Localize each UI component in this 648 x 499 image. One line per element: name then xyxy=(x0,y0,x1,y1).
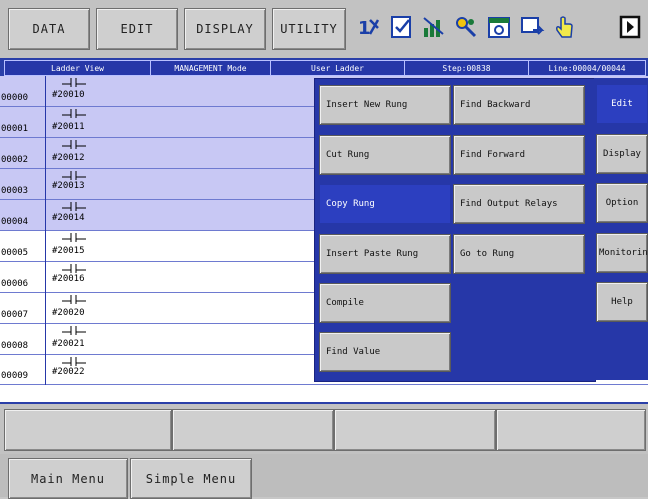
insert-new-rung-button[interactable]: Insert New Rung xyxy=(319,85,451,125)
find-output-relays-button[interactable]: Find Output Relays xyxy=(453,184,585,224)
function-key-4[interactable] xyxy=(496,409,646,451)
rung-label: #20015 xyxy=(52,246,85,256)
rung-number: 00005 xyxy=(0,231,46,262)
rung-label: #20010 xyxy=(52,90,85,100)
header-step: Step:00838 xyxy=(405,61,529,75)
rung-number: 00002 xyxy=(0,138,46,169)
contact-icon xyxy=(62,202,86,211)
cut-rung-button[interactable]: Cut Rung xyxy=(319,135,451,175)
edit-popup-menu: Insert New Rung Cut Rung Copy Rung Inser… xyxy=(314,78,596,382)
rung-number: 00000 xyxy=(0,76,46,107)
find-backward-button[interactable]: Find Backward xyxy=(453,85,585,125)
ladder-header: Ladder View MANAGEMENT Mode User Ladder … xyxy=(4,60,646,76)
contact-icon xyxy=(62,78,86,87)
rung-label: #20021 xyxy=(52,339,85,349)
header-mode: MANAGEMENT Mode xyxy=(151,61,271,75)
top-menu-bar: DATA EDIT DISPLAY UTILITY 1 xyxy=(0,0,648,58)
go-to-rung-button[interactable]: Go to Rung xyxy=(453,234,585,274)
rung-label: #20013 xyxy=(52,181,85,191)
contact-icon xyxy=(62,357,86,366)
rung-number: 00008 xyxy=(0,324,46,355)
function-key-bar xyxy=(0,404,648,454)
tab-display[interactable]: Display xyxy=(596,134,648,174)
tab-monitoring[interactable]: Monitoring xyxy=(596,233,648,273)
header-view: Ladder View xyxy=(5,61,151,75)
function-key-3[interactable] xyxy=(334,409,496,451)
rung-label: #20012 xyxy=(52,153,85,163)
rung-label: #20014 xyxy=(52,213,85,223)
play-triangle-icon[interactable] xyxy=(616,13,644,41)
menu-utility[interactable]: UTILITY xyxy=(272,8,346,50)
menu-display[interactable]: DISPLAY xyxy=(184,8,266,50)
svg-text:1: 1 xyxy=(358,18,371,39)
simple-menu-button[interactable]: Simple Menu xyxy=(130,458,252,499)
find-forward-button[interactable]: Find Forward xyxy=(453,135,585,175)
contact-icon xyxy=(62,295,86,304)
chart-signal-icon[interactable] xyxy=(420,13,448,41)
rung-number: 00004 xyxy=(0,200,46,231)
hand-pointer-icon[interactable] xyxy=(550,13,578,41)
rung-number: 00006 xyxy=(0,262,46,293)
menu-edit[interactable]: EDIT xyxy=(96,8,178,50)
insert-paste-rung-button[interactable]: Insert Paste Rung xyxy=(319,234,451,274)
side-tabs: Edit Display Option Monitoring Help xyxy=(594,78,648,380)
contact-icon xyxy=(62,264,86,273)
rung-number: 00009 xyxy=(0,355,46,385)
header-line: Line:00004/00044 xyxy=(548,63,626,73)
tab-edit[interactable]: Edit xyxy=(596,84,648,124)
tab-help[interactable]: Help xyxy=(596,282,648,322)
function-key-1[interactable] xyxy=(4,409,172,451)
monitor-arrow-icon[interactable] xyxy=(518,13,546,41)
function-key-2[interactable] xyxy=(172,409,334,451)
contact-icon xyxy=(62,109,86,118)
rung-number: 00003 xyxy=(0,169,46,200)
find-value-button[interactable]: Find Value xyxy=(319,332,451,372)
rung-label: #20020 xyxy=(52,308,85,318)
contact-icon xyxy=(62,233,86,242)
header-program: User Ladder xyxy=(271,61,405,75)
copy-rung-button[interactable]: Copy Rung xyxy=(319,184,451,224)
main-menu-button[interactable]: Main Menu xyxy=(8,458,128,499)
rung-label: #20022 xyxy=(52,367,85,377)
sort-arrows-icon[interactable]: 1 xyxy=(355,13,383,41)
contact-icon xyxy=(62,326,86,335)
rung-number: 00007 xyxy=(0,293,46,324)
bottom-bar: Main Menu Simple Menu xyxy=(0,454,648,499)
contact-icon xyxy=(62,140,86,149)
rung-number: 00001 xyxy=(0,107,46,138)
tab-option[interactable]: Option xyxy=(596,183,648,223)
calendar-icon[interactable] xyxy=(485,13,513,41)
rung-label: #20016 xyxy=(52,274,85,284)
edit-check-icon[interactable] xyxy=(388,13,416,41)
rung-label: #20011 xyxy=(52,122,85,132)
compile-button[interactable]: Compile xyxy=(319,283,451,323)
tools-icon[interactable] xyxy=(452,13,480,41)
menu-data[interactable]: DATA xyxy=(8,8,90,50)
contact-icon xyxy=(62,171,86,180)
